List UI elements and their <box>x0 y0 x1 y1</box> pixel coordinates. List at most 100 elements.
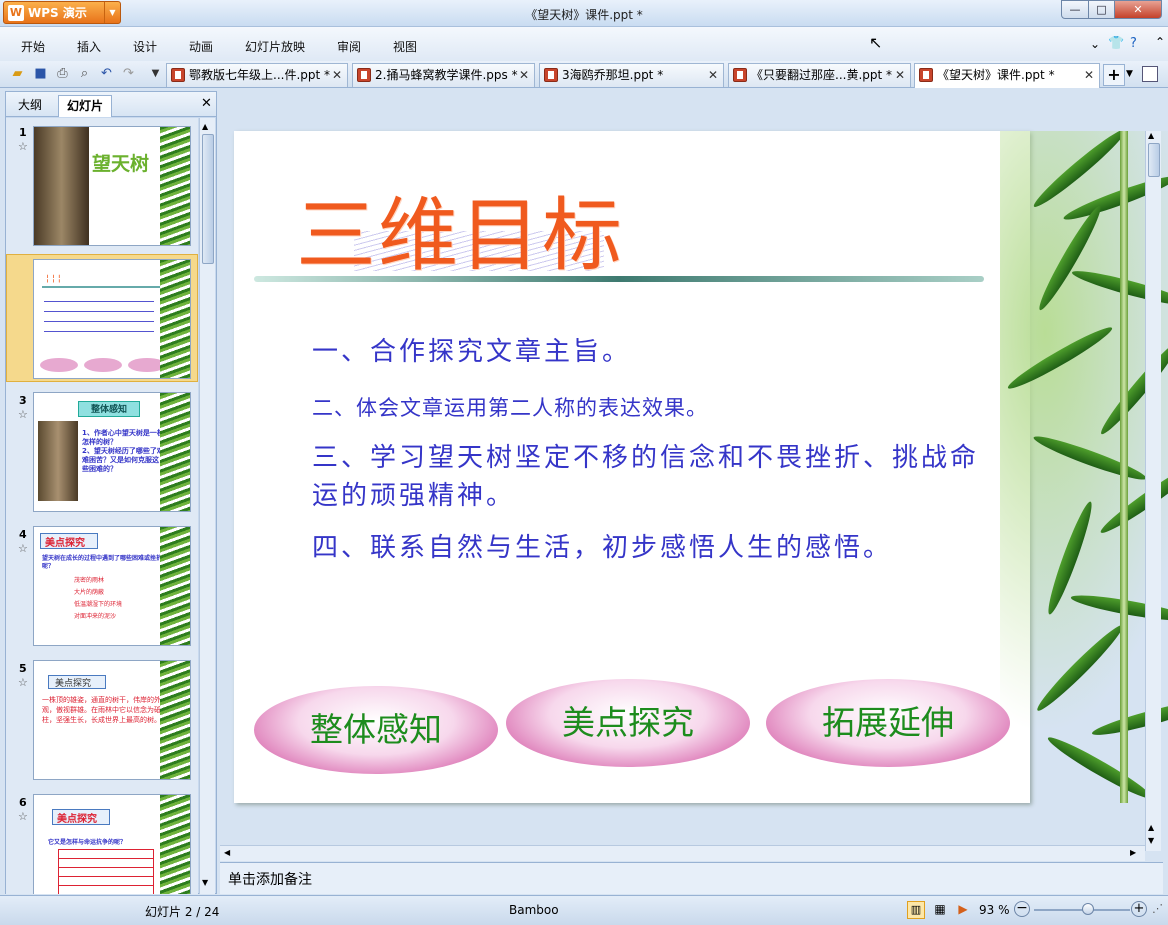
minimize-button[interactable]: — <box>1061 0 1089 19</box>
doc-tab-5[interactable]: 《望天树》课件.ppt * ✕ <box>914 63 1100 88</box>
thumb-line: 1、作者心中望天树是一棵怎样的树？ <box>82 429 164 446</box>
beauty-exploration-button[interactable]: 美点探究 <box>506 679 750 767</box>
resize-grip-icon[interactable]: ⋰ <box>1152 902 1163 915</box>
next-slide-icon[interactable]: ▼ <box>1148 836 1154 845</box>
doc-tab-label: 《只要翻过那座...黄.ppt * <box>751 68 893 82</box>
doc-tab-label: 3海鸥乔那坦.ppt * <box>562 68 664 82</box>
editor-horizontal-scrollbar[interactable]: ◀ ▶ <box>220 845 1145 861</box>
print-preview-icon[interactable]: ⌕ <box>76 65 93 82</box>
menu-slideshow[interactable]: 幻灯片放映 <box>245 38 305 55</box>
close-window-button[interactable]: ✕ <box>1114 0 1162 19</box>
new-tab-button[interactable]: + <box>1103 64 1125 86</box>
undo-icon[interactable]: ↶ <box>98 65 115 82</box>
slide-editor: 三维目标 一、合作探究文章主旨。 二、体会文章运用第二人称的表达效果。 三、学习… <box>220 91 1168 861</box>
scroll-thumb[interactable] <box>202 134 214 264</box>
normal-view-icon[interactable]: ▥ <box>907 901 925 919</box>
close-icon[interactable]: ✕ <box>519 64 529 86</box>
slide-thumbnail-2[interactable]: ¦ ¦ ¦ <box>33 259 191 379</box>
notes-pane[interactable]: 单击添加备注 <box>220 862 1163 894</box>
doc-tab-label: 《望天树》课件.ppt * <box>937 68 1055 82</box>
doc-tab-4[interactable]: 《只要翻过那座...黄.ppt * ✕ <box>728 63 911 87</box>
zoom-out-button[interactable]: − <box>1014 901 1030 917</box>
close-icon[interactable]: ✕ <box>201 96 212 111</box>
help-icon[interactable]: ? <box>1130 36 1137 51</box>
status-bar: 幻灯片 2 / 24 Bamboo ▥ ▦ ▶ 93 % − + ⋰ <box>0 895 1168 925</box>
thumb-number: 4 <box>19 528 27 541</box>
objective-1[interactable]: 一、合作探究文章主旨。 <box>312 333 992 371</box>
close-icon[interactable]: ✕ <box>895 64 905 86</box>
scroll-right-icon[interactable]: ▶ <box>1130 848 1136 857</box>
doc-tab-1[interactable]: 鄂教版七年级上...件.ppt * ✕ <box>166 63 348 87</box>
title-underline <box>254 276 984 282</box>
zoom-slider-thumb[interactable] <box>1082 903 1094 915</box>
menu-design[interactable]: 设计 <box>133 38 157 55</box>
skin-icon[interactable]: 👕 <box>1108 36 1124 51</box>
window-list-icon[interactable] <box>1142 66 1158 82</box>
menu-view[interactable]: 视图 <box>393 38 417 55</box>
thumb-line: 2、望天树经历了哪些了艰难困苦？又是如何克服这些困难的？ <box>82 447 164 473</box>
overall-perception-button[interactable]: 整体感知 <box>254 686 498 774</box>
thumb-line: 对面冲来的泥沙 <box>74 613 117 620</box>
maximize-button[interactable]: □ <box>1088 0 1115 19</box>
close-icon[interactable]: ✕ <box>332 64 342 86</box>
slide-thumbnail-5[interactable]: 美点探究 一株顶的雄姿，通直的树干，伟岸的外观，傲视群雄。在雨林中它以信念为砥柱… <box>33 660 191 780</box>
theme-name: Bamboo <box>509 903 559 917</box>
save-icon[interactable]: ■ <box>32 65 49 82</box>
mini-oval <box>40 358 78 372</box>
chevron-down-icon[interactable]: ▼ <box>1126 69 1133 79</box>
slide-thumbnail-4[interactable]: 美点探究 望天树在成长的过程中遇到了哪些困难或挫折呢？ 茂密的雨林 大片的荫蔽 … <box>33 526 191 646</box>
scroll-left-icon[interactable]: ◀ <box>224 848 230 857</box>
transition-star-icon: ☆ <box>18 810 28 823</box>
extension-button[interactable]: 拓展延伸 <box>766 679 1010 767</box>
objective-4[interactable]: 四、联系自然与生活，初步感悟人生的感悟。 <box>312 529 992 567</box>
chevron-down-icon[interactable]: ⌄ <box>1090 37 1100 51</box>
tab-outline[interactable]: 大纲 <box>10 95 50 117</box>
thumb-number: 1 <box>19 126 27 139</box>
ppt-file-icon <box>733 68 747 82</box>
quick-access-dropdown-icon[interactable]: ▼ <box>147 65 164 82</box>
thumb-title: 望天树 <box>92 153 150 175</box>
thumbnail-scrollbar[interactable]: ▲ ▼ <box>199 118 215 894</box>
bamboo-decoration <box>160 393 190 511</box>
scroll-thumb[interactable] <box>1148 143 1160 177</box>
close-icon[interactable]: ✕ <box>1084 64 1094 86</box>
bamboo-decoration <box>160 527 190 645</box>
close-icon[interactable]: ✕ <box>708 64 718 86</box>
ribbon-collapse-icon[interactable]: ⌃ <box>1155 35 1165 49</box>
slide-sorter-icon[interactable]: ▦ <box>931 901 949 919</box>
redo-icon[interactable]: ↷ <box>120 65 137 82</box>
zoom-in-button[interactable]: + <box>1131 901 1147 917</box>
ppt-file-icon <box>357 68 371 82</box>
objective-3[interactable]: 三、学习望天树坚定不移的信念和不畏挫折、挑战命运的顽强精神。 <box>312 439 982 515</box>
doc-tab-2[interactable]: 2.捅马蜂窝教学课件.pps * ✕ <box>352 63 535 87</box>
window-title: 《望天树》课件.ppt * <box>525 8 643 22</box>
thumb-line: 一株顶的雄姿，通直的树干，伟岸的外观，傲视群雄。在雨林中它以信念为砥柱，坚强生长… <box>42 696 161 724</box>
thumb-number: 5 <box>19 662 27 675</box>
editor-vertical-scrollbar[interactable]: ▲ ▲ ▼ <box>1145 131 1161 851</box>
scroll-down-icon[interactable]: ▼ <box>202 878 208 887</box>
open-folder-icon[interactable]: ▰ <box>9 65 26 82</box>
slide-thumbnail-6[interactable]: 美点探究 它又是怎样与命运抗争的呢？ <box>33 794 191 894</box>
transition-star-icon: ☆ <box>18 408 28 421</box>
slideshow-icon[interactable]: ▶ <box>954 901 972 919</box>
bamboo-decoration <box>160 127 190 245</box>
objective-2[interactable]: 二、体会文章运用第二人称的表达效果。 <box>312 389 992 427</box>
menu-home[interactable]: 开始 <box>21 38 45 55</box>
bamboo-decoration <box>160 661 190 779</box>
tab-slides[interactable]: 幻灯片 <box>58 95 113 117</box>
thumb-line: 大片的荫蔽 <box>74 589 105 596</box>
previous-slide-icon[interactable]: ▲ <box>1148 823 1154 832</box>
doc-tab-3[interactable]: 3海鸥乔那坦.ppt * ✕ <box>539 63 724 87</box>
slide-title[interactable]: 三维目标 <box>296 171 624 287</box>
print-icon[interactable]: ⎙ <box>54 65 71 82</box>
menu-review[interactable]: 审阅 <box>337 38 361 55</box>
scroll-up-icon[interactable]: ▲ <box>202 122 208 131</box>
tree-image <box>38 421 78 501</box>
slide-thumbnail-3[interactable]: 整体感知 1、作者心中望天树是一棵怎样的树？ 2、望天树经历了哪些了艰难困苦？又… <box>33 392 191 512</box>
mouse-cursor-icon: ↖ <box>869 33 883 52</box>
scroll-up-icon[interactable]: ▲ <box>1148 131 1154 140</box>
slide-thumbnail-1[interactable]: 望天树 <box>33 126 191 246</box>
menu-animation[interactable]: 动画 <box>189 38 213 55</box>
menu-insert[interactable]: 插入 <box>77 38 101 55</box>
slide-canvas[interactable]: 三维目标 一、合作探究文章主旨。 二、体会文章运用第二人称的表达效果。 三、学习… <box>234 131 1168 803</box>
